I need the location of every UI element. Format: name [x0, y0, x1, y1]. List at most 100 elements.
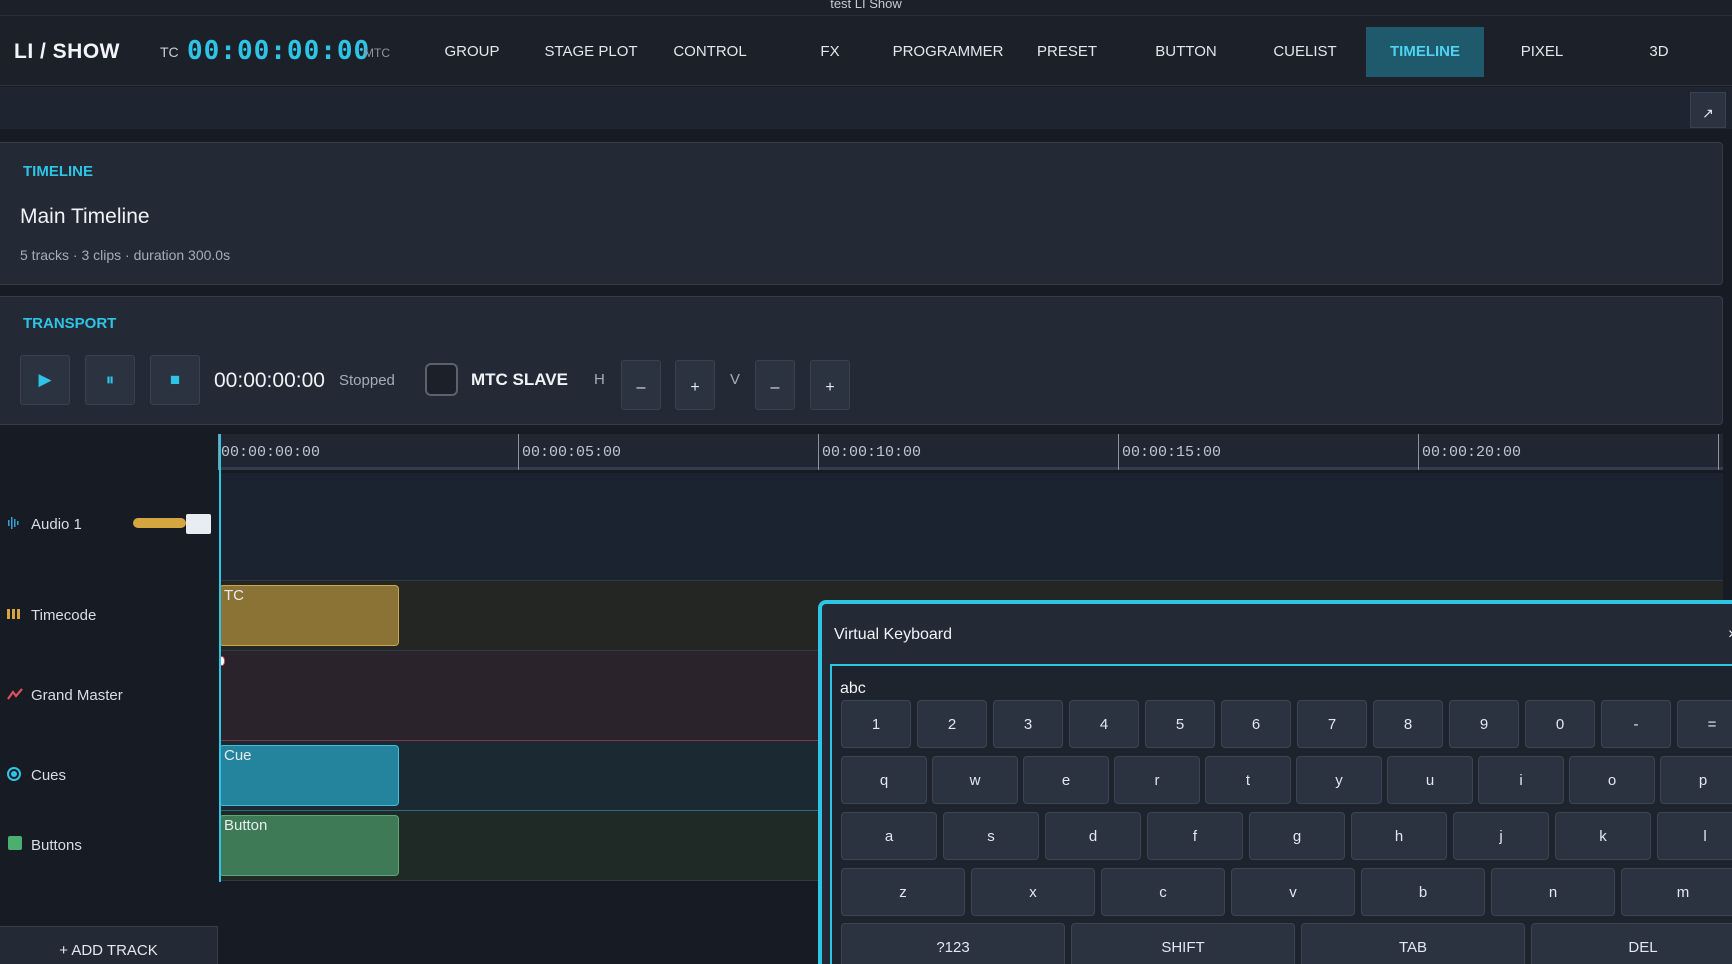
key-7[interactable]: 7 [1297, 700, 1367, 748]
close-icon[interactable]: × [1728, 626, 1732, 644]
track-header-timecode[interactable]: Timecode [0, 581, 218, 651]
play-button[interactable]: ▶ [20, 355, 70, 405]
ruler-tick [1718, 434, 1719, 470]
tab-preset[interactable]: PRESET [1030, 27, 1104, 77]
track-header-cues[interactable]: Cues [0, 741, 218, 811]
key-n[interactable]: n [1491, 868, 1615, 916]
ruler-tick [818, 434, 819, 470]
key-i[interactable]: i [1478, 756, 1564, 804]
key-h[interactable]: h [1351, 812, 1447, 860]
timeline-name: Main Timeline [20, 205, 150, 228]
key-s[interactable]: s [943, 812, 1039, 860]
key-b[interactable]: b [1361, 868, 1485, 916]
ruler-tick [1418, 434, 1419, 470]
virtual-keyboard: Virtual Keyboard × abc 1234567890-=qwert… [818, 600, 1732, 964]
v-zoom-out-button[interactable]: – [755, 360, 795, 410]
pause-button[interactable]: ⏸ [85, 355, 135, 405]
mtc-slave-checkbox[interactable] [425, 363, 458, 396]
key-k[interactable]: k [1555, 812, 1651, 860]
key-a[interactable]: a [841, 812, 937, 860]
ruler-tick-label: 00:00:15:00 [1122, 444, 1222, 461]
key-123[interactable]: ?123 [841, 923, 1065, 964]
key-symbol[interactable]: - [1601, 700, 1671, 748]
key-l[interactable]: l [1657, 812, 1732, 860]
v-zoom-in-button[interactable]: + [810, 360, 850, 410]
key-c[interactable]: c [1101, 868, 1225, 916]
track-header-buttons[interactable]: Buttons [0, 811, 218, 881]
clip-timecode[interactable]: TC [219, 585, 399, 646]
tab-cuelist[interactable]: CUELIST [1268, 27, 1342, 77]
playhead[interactable] [219, 434, 221, 882]
add-track-button[interactable]: + ADD TRACK [0, 926, 218, 964]
expand-icon[interactable]: ↗ [1690, 92, 1726, 128]
tab-pixel[interactable]: PIXEL [1510, 27, 1574, 77]
key-r[interactable]: r [1114, 756, 1200, 804]
ruler-tick-label: 00:00:00:00 [221, 444, 321, 461]
transport-panel: TRANSPORT ▶ ⏸ ■ 00:00:00:00 Stopped MTC … [0, 296, 1723, 425]
key-3[interactable]: 3 [993, 700, 1063, 748]
h-zoom-out-button[interactable]: – [621, 360, 661, 410]
keyboard-mode-label: abc [840, 680, 866, 697]
audio-volume-knob[interactable] [186, 514, 211, 534]
track-name: Cues [31, 767, 67, 784]
key-v[interactable]: v [1231, 868, 1355, 916]
key-x[interactable]: x [971, 868, 1095, 916]
clip-button[interactable]: Button [219, 815, 399, 876]
audio-volume-slider[interactable] [133, 518, 186, 528]
mtc-label: MTC [364, 46, 390, 60]
track-header-grand-master[interactable]: Grand Master [0, 651, 218, 741]
key-0[interactable]: 0 [1525, 700, 1595, 748]
timeline-ruler[interactable]: 00:00:00:00 00:00:05:00 00:00:10:00 00:0… [218, 434, 1723, 470]
key-1[interactable]: 1 [841, 700, 911, 748]
audio-wave-icon [7, 516, 21, 533]
track-name: Timecode [31, 607, 97, 624]
key-del[interactable]: DEL [1531, 923, 1732, 964]
tab-fx[interactable]: FX [805, 27, 855, 77]
tab-button[interactable]: BUTTON [1148, 27, 1224, 77]
track-name: Buttons [31, 837, 82, 854]
key-w[interactable]: w [932, 756, 1018, 804]
key-symbol[interactable]: = [1677, 700, 1732, 748]
key-j[interactable]: j [1453, 812, 1549, 860]
key-4[interactable]: 4 [1069, 700, 1139, 748]
tab-3d[interactable]: 3D [1634, 27, 1684, 77]
track-name: Grand Master [31, 687, 123, 704]
pause-icon: ⏸ [105, 370, 115, 389]
key-6[interactable]: 6 [1221, 700, 1291, 748]
key-z[interactable]: z [841, 868, 965, 916]
ruler-tick [1118, 434, 1119, 470]
key-p[interactable]: p [1660, 756, 1732, 804]
key-shift[interactable]: SHIFT [1071, 923, 1295, 964]
timecode-label: TC [160, 44, 179, 60]
h-zoom-in-button[interactable]: + [675, 360, 715, 410]
clip-cue[interactable]: Cue [219, 745, 399, 806]
tab-group[interactable]: GROUP [432, 27, 512, 77]
key-e[interactable]: e [1023, 756, 1109, 804]
key-o[interactable]: o [1569, 756, 1655, 804]
transport-heading: TRANSPORT [23, 315, 117, 332]
key-g[interactable]: g [1249, 812, 1345, 860]
key-u[interactable]: u [1387, 756, 1473, 804]
key-m[interactable]: m [1621, 868, 1732, 916]
toolbar-strip [0, 87, 1732, 129]
stop-button[interactable]: ■ [150, 355, 200, 405]
key-2[interactable]: 2 [917, 700, 987, 748]
key-t[interactable]: t [1205, 756, 1291, 804]
key-d[interactable]: d [1045, 812, 1141, 860]
tab-programmer[interactable]: PROGRAMMER [889, 27, 1007, 77]
transport-time: 00:00:00:00 [214, 369, 325, 392]
stop-icon: ■ [169, 370, 181, 389]
key-5[interactable]: 5 [1145, 700, 1215, 748]
key-y[interactable]: y [1296, 756, 1382, 804]
tab-timeline[interactable]: TIMELINE [1366, 27, 1484, 77]
key-tab[interactable]: TAB [1301, 923, 1525, 964]
key-q[interactable]: q [841, 756, 927, 804]
key-9[interactable]: 9 [1449, 700, 1519, 748]
key-8[interactable]: 8 [1373, 700, 1443, 748]
ruler-tick-label: 00:00:20:00 [1422, 444, 1522, 461]
tab-stage-plot[interactable]: STAGE PLOT [538, 27, 644, 77]
key-f[interactable]: f [1147, 812, 1243, 860]
timecode-bars-icon [7, 607, 21, 623]
tab-control[interactable]: CONTROL [665, 27, 755, 77]
track-lane-audio-1[interactable] [220, 473, 1723, 581]
